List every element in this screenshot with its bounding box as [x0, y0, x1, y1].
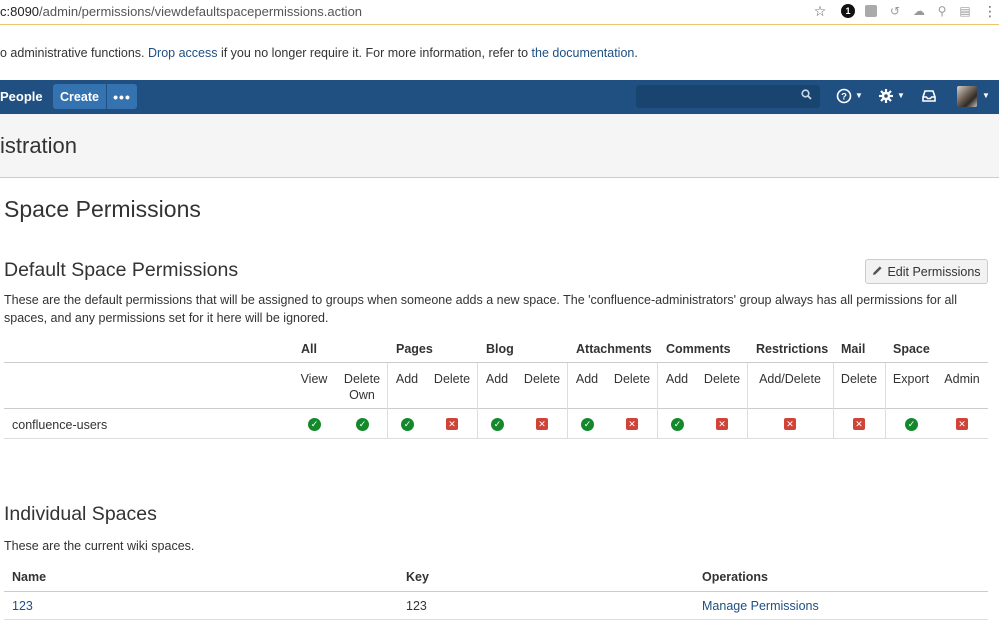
browser-url-bar[interactable]: c:8090/admin/permissions/viewdefaultspac… — [0, 0, 999, 25]
permission-granted-icon: ✓ — [581, 418, 594, 431]
permission-group-header: Restrictions — [756, 342, 829, 356]
manage-permissions-link[interactable]: Manage Permissions — [702, 598, 819, 614]
divider — [4, 591, 988, 592]
permission-granted-icon: ✓ — [356, 418, 369, 431]
column-divider — [567, 363, 568, 438]
avatar[interactable] — [957, 86, 977, 107]
pin-icon[interactable]: ⚲ — [935, 4, 949, 18]
page-header: istration — [0, 114, 999, 178]
permission-denied-icon: ✕ — [716, 418, 728, 430]
edit-permissions-button[interactable]: Edit Permissions — [865, 259, 988, 284]
permission-granted-icon: ✓ — [905, 418, 918, 431]
permission-group-header: Comments — [666, 342, 731, 356]
permission-denied-icon: ✕ — [784, 418, 796, 430]
individual-spaces-description: These are the current wiki spaces. — [4, 539, 195, 553]
column-divider — [833, 363, 834, 438]
search-icon — [801, 89, 812, 103]
bookmark-star-icon[interactable]: ☆ — [813, 4, 827, 18]
permission-group-header: Space — [893, 342, 930, 356]
column-label: Admin — [944, 372, 980, 386]
column-divider — [657, 363, 658, 438]
app-header: People Create ••• ? ▼ ▼ ▼ — [0, 80, 999, 114]
column-divider — [885, 363, 886, 438]
history-icon[interactable]: ↺ — [888, 4, 902, 18]
gear-caret-icon: ▼ — [897, 91, 905, 100]
notifications-icon[interactable] — [921, 88, 937, 108]
permission-denied-icon: ✕ — [956, 418, 968, 430]
permission-denied-icon: ✕ — [626, 418, 638, 430]
column-label: Add/Delete — [759, 372, 821, 386]
permission-denied-icon: ✕ — [536, 418, 548, 430]
extension-square-icon[interactable] — [865, 5, 877, 17]
extension-badge-icon[interactable]: 1 — [841, 4, 855, 18]
nav-people[interactable]: People — [0, 89, 43, 104]
documentation-link[interactable]: the documentation — [532, 46, 635, 60]
page-title: istration — [0, 133, 78, 158]
permission-column-header: Add/Delete — [755, 371, 825, 387]
permission-group-header: Blog — [486, 342, 514, 356]
help-caret-icon: ▼ — [855, 91, 863, 100]
admin-access-banner: o administrative functions. Drop access … — [0, 26, 999, 80]
address-field[interactable]: c:8090/admin/permissions/viewdefaultspac… — [0, 4, 362, 19]
column-header-key: Key — [406, 570, 429, 584]
group-name: confluence-users — [12, 418, 108, 432]
default-permissions-description: These are the default permissions that w… — [4, 293, 957, 325]
reader-icon[interactable]: ▤ — [958, 4, 972, 18]
space-name-link[interactable]: 123 — [12, 598, 33, 614]
svg-text:?: ? — [841, 92, 847, 103]
permission-granted-icon: ✓ — [308, 418, 321, 431]
divider — [4, 619, 988, 620]
browser-menu-icon[interactable]: ⋮ — [983, 4, 997, 18]
space-key: 123 — [406, 599, 427, 613]
column-divider — [747, 363, 748, 438]
permission-denied-icon: ✕ — [853, 418, 865, 430]
pencil-icon — [872, 265, 883, 279]
column-divider — [477, 363, 478, 438]
gear-icon[interactable] — [878, 88, 894, 108]
help-icon[interactable]: ? — [836, 88, 852, 108]
cloud-icon[interactable]: ☁ — [912, 4, 926, 18]
search-input[interactable] — [636, 85, 820, 108]
divider — [4, 438, 988, 439]
permission-group-header: Mail — [841, 342, 866, 356]
profile-caret-icon: ▼ — [982, 91, 990, 100]
permission-group-header: All — [301, 342, 317, 356]
permission-group-header: Pages — [396, 342, 433, 356]
default-permissions-heading: Default Space Permissions — [4, 259, 239, 281]
banner-text: o administrative functions. Drop access … — [0, 46, 638, 60]
permission-group-header: Attachments — [576, 342, 652, 356]
divider — [4, 408, 988, 409]
drop-access-link[interactable]: Drop access — [148, 46, 217, 60]
create-more-button[interactable]: ••• — [107, 84, 137, 109]
individual-spaces-heading: Individual Spaces — [4, 503, 157, 525]
column-header-operations: Operations — [702, 570, 768, 584]
divider — [4, 362, 988, 363]
create-button[interactable]: Create — [53, 84, 106, 109]
permission-denied-icon: ✕ — [446, 418, 458, 430]
column-divider — [387, 363, 388, 438]
permission-column-header: Admin — [927, 371, 997, 387]
column-header-name: Name — [12, 570, 47, 584]
space-permissions-heading: Space Permissions — [4, 196, 201, 222]
permission-granted-icon: ✓ — [671, 418, 684, 431]
permission-granted-icon: ✓ — [491, 418, 504, 431]
permission-granted-icon: ✓ — [401, 418, 414, 431]
